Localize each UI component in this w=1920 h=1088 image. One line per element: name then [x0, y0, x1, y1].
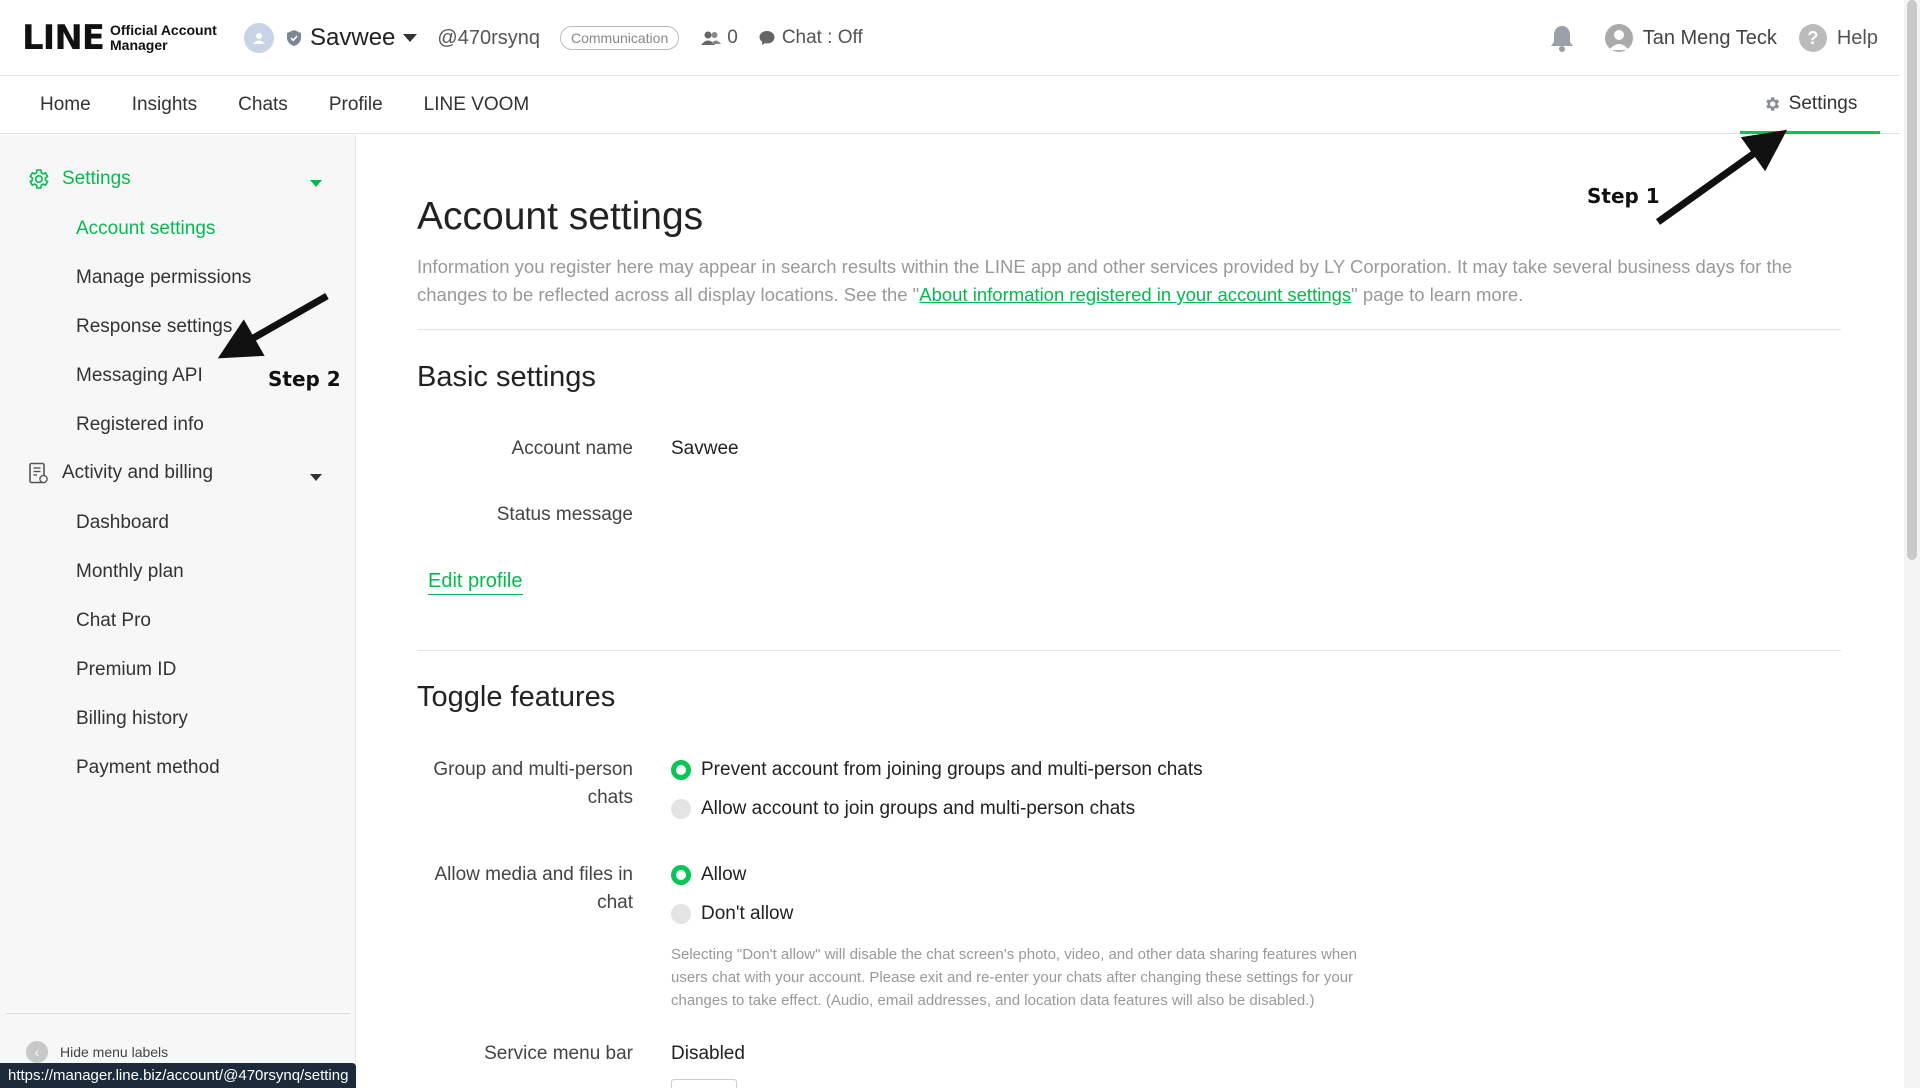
sidebar-item-account-settings[interactable]: Account settings — [76, 218, 215, 240]
app-root: LINE Official Account Manager Savwee @47… — [0, 0, 1920, 1088]
account-name-label: Account name — [511, 438, 633, 459]
shield-icon — [287, 30, 301, 46]
account-name: Savwee — [310, 24, 396, 51]
main-nav: Home Insights Chats Profile LINE VOOM Se… — [0, 76, 1900, 134]
sidebar-group-settings-label: Settings — [62, 168, 131, 189]
gear-icon — [1765, 96, 1779, 111]
media-option-allow[interactable]: Allow — [671, 864, 746, 886]
chat-bubble-icon — [759, 31, 775, 45]
tab-insights[interactable]: Insights — [132, 94, 197, 116]
hide-menu-labels-button[interactable]: ‹ Hide menu labels — [26, 1041, 168, 1063]
tab-chats[interactable]: Chats — [238, 94, 288, 116]
account-settings-info-link[interactable]: About information registered in your acc… — [919, 284, 1351, 305]
group-chats-label: Group and multi-person chats — [433, 759, 633, 808]
service-menu-toggle[interactable] — [671, 1079, 737, 1088]
sidebar-item-premium-id[interactable]: Premium ID — [76, 659, 176, 681]
section-divider — [417, 650, 1841, 651]
nav-tabs: Home Insights Chats Profile LINE VOOM — [40, 76, 570, 134]
chevron-left-icon: ‹ — [26, 1041, 48, 1063]
logo-subtitle-line2: Manager — [110, 37, 168, 53]
top-right-controls: Tan Meng Teck ? Help — [1549, 20, 1878, 56]
category-badge: Communication — [559, 26, 680, 50]
avatar-icon — [253, 33, 265, 44]
logo-subtitle: Official Account Manager — [110, 23, 217, 53]
friends-icon — [701, 31, 722, 45]
tab-line-voom[interactable]: LINE VOOM — [424, 94, 530, 116]
sidebar-divider — [6, 1013, 350, 1014]
sidebar-item-dashboard[interactable]: Dashboard — [76, 512, 169, 534]
media-option-allow-label: Allow — [701, 864, 747, 885]
tab-settings[interactable]: Settings — [1740, 76, 1880, 134]
group-option-allow[interactable]: Allow account to join groups and multi-p… — [671, 798, 1135, 820]
edit-profile-link[interactable]: Edit profile — [428, 570, 523, 595]
invoice-icon — [29, 462, 48, 484]
sidebar-item-response-settings[interactable]: Response settings — [76, 316, 232, 338]
friend-count-value: 0 — [727, 27, 738, 48]
radio-unselected-icon — [671, 799, 691, 819]
sidebar-item-registered-info[interactable]: Registered info — [76, 414, 204, 436]
chat-status[interactable]: Chat : Off — [758, 27, 863, 49]
user-icon — [1608, 30, 1629, 50]
section-divider — [417, 329, 1841, 330]
top-bar: LINE Official Account Manager Savwee @47… — [0, 0, 1900, 76]
radio-selected-icon — [671, 760, 691, 780]
account-avatar — [244, 23, 274, 53]
logo-wordmark: LINE — [22, 18, 105, 58]
sidebar-item-billing-history[interactable]: Billing history — [76, 708, 188, 730]
page-scrollbar[interactable] — [1904, 0, 1920, 1088]
media-help-text: Selecting "Don't allow" will disable the… — [671, 946, 1357, 1009]
service-menu-value: Disabled — [671, 1043, 745, 1064]
page-intro: Information you register here may appear… — [417, 253, 1841, 309]
group-option-prevent[interactable]: Prevent account from joining groups and … — [671, 759, 1203, 781]
user-avatar-icon[interactable] — [1604, 24, 1633, 52]
media-files-label: Allow media and files in chat — [434, 864, 633, 913]
radio-unselected-icon — [671, 904, 691, 924]
sidebar-item-monthly-plan[interactable]: Monthly plan — [76, 561, 184, 583]
gear-icon — [29, 169, 49, 189]
group-option-allow-label: Allow account to join groups and multi-p… — [701, 798, 1136, 819]
chevron-down-icon[interactable] — [310, 474, 322, 481]
tab-home[interactable]: Home — [40, 94, 91, 116]
toggle-features-heading: Toggle features — [417, 681, 616, 713]
sidebar-item-payment-method[interactable]: Payment method — [76, 757, 220, 779]
user-name[interactable]: Tan Meng Teck — [1643, 27, 1777, 50]
account-id: @470rsynq — [437, 26, 540, 49]
tab-settings-label: Settings — [1788, 92, 1858, 114]
status-message-label: Status message — [496, 504, 633, 525]
link-preview-statusbar: https://manager.line.biz/account/@470rsy… — [0, 1063, 357, 1088]
step1-label: Step 1 — [1587, 184, 1660, 208]
chevron-down-icon[interactable] — [310, 180, 322, 187]
sidebar-item-manage-permissions[interactable]: Manage permissions — [76, 267, 251, 289]
media-option-dont-allow-label: Don't allow — [701, 903, 794, 924]
group-option-prevent-label: Prevent account from joining groups and … — [701, 759, 1203, 780]
bell-icon[interactable] — [1549, 24, 1575, 52]
step2-label: Step 2 — [268, 367, 341, 391]
sidebar-group-settings[interactable]: Settings — [26, 167, 131, 191]
media-option-dont-allow[interactable]: Don't allow — [671, 903, 793, 925]
scrollbar-thumb[interactable] — [1907, 0, 1917, 560]
chevron-down-icon — [403, 34, 418, 42]
hide-menu-labels-text: Hide menu labels — [60, 1044, 169, 1060]
service-menu-label: Service menu bar — [484, 1043, 633, 1064]
page-title: Account settings — [417, 195, 704, 238]
basic-settings-heading: Basic settings — [417, 361, 596, 393]
account-switcher[interactable]: Savwee @470rsynq Communication 0 Chat : … — [244, 20, 863, 56]
radio-selected-icon — [671, 865, 691, 885]
tab-profile[interactable]: Profile — [329, 94, 383, 116]
sidebar-item-messaging-api[interactable]: Messaging API — [76, 365, 203, 387]
help-link[interactable]: Help — [1837, 27, 1878, 50]
logo-subtitle-line1: Official Account — [110, 22, 217, 38]
sidebar-item-chat-pro[interactable]: Chat Pro — [76, 610, 151, 632]
line-logo[interactable]: LINE Official Account Manager — [22, 18, 217, 58]
chat-status-text: Chat : Off — [781, 27, 863, 48]
friend-count: 0 — [701, 27, 738, 49]
step1-arrow — [1655, 129, 1788, 225]
account-name-value: Savwee — [671, 438, 739, 459]
sidebar-group-activity-billing[interactable]: Activity and billing — [26, 461, 213, 485]
sidebar-group-activity-billing-label: Activity and billing — [62, 462, 214, 483]
intro-text-after: " page to learn more. — [1351, 284, 1524, 305]
help-icon[interactable]: ? — [1798, 24, 1827, 52]
sidebar: Settings Account settings Manage permiss… — [0, 135, 356, 1088]
